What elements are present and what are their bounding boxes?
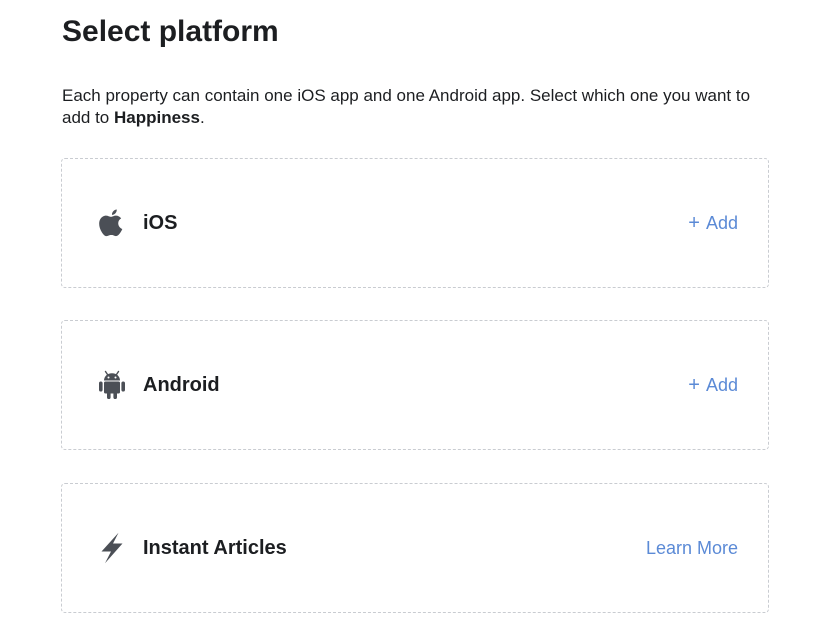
page-title: Select platform bbox=[62, 15, 279, 48]
description-suffix: . bbox=[199, 108, 205, 127]
platform-label-ios: iOS bbox=[143, 212, 178, 234]
platform-card-ios[interactable]: iOS + Add bbox=[61, 158, 769, 288]
plus-icon: + bbox=[688, 374, 700, 396]
plus-icon: + bbox=[688, 212, 700, 234]
platform-card-android[interactable]: Android + Add bbox=[61, 320, 769, 450]
property-name: Happiness bbox=[114, 108, 200, 127]
platform-label-instant-articles: Instant Articles bbox=[143, 537, 287, 559]
lightning-icon bbox=[98, 532, 126, 564]
page-description: Each property can contain one iOS app an… bbox=[62, 85, 782, 129]
learn-more-label: Learn More bbox=[645, 538, 738, 558]
apple-icon bbox=[98, 208, 126, 238]
platform-card-instant-articles[interactable]: Instant Articles Learn More bbox=[61, 483, 769, 613]
add-android-button[interactable]: + Add bbox=[688, 373, 738, 397]
learn-more-link[interactable]: Learn More bbox=[646, 536, 738, 560]
platform-label-android: Android bbox=[143, 374, 220, 396]
add-ios-button[interactable]: + Add bbox=[688, 211, 738, 235]
add-ios-label: Add bbox=[705, 213, 738, 233]
add-android-label: Add bbox=[705, 375, 738, 395]
android-icon bbox=[98, 370, 126, 400]
